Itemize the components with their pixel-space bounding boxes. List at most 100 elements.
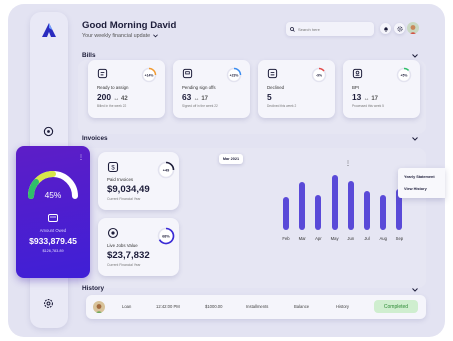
chart-bar[interactable]	[331, 174, 338, 230]
svg-text:+14%: +14%	[145, 73, 154, 77]
svg-text:$: $	[111, 166, 115, 172]
history-time: 12:42:00 PM	[156, 304, 180, 309]
amount-value: $933,879.45	[29, 236, 77, 246]
logo-icon[interactable]	[41, 22, 57, 38]
bill-value: 200 ↔ 42	[97, 92, 128, 102]
declined-icon	[267, 68, 278, 79]
live-jobs-card[interactable]: Live Jobs Value $23,7,832 Current Financ…	[98, 218, 179, 276]
greeting-title: Good Morning David	[82, 20, 177, 31]
dashboard-icon[interactable]	[43, 126, 54, 137]
bills-section-title: Bills	[82, 52, 96, 59]
chart-x-label: May	[330, 236, 339, 241]
chevron-down-icon	[153, 34, 159, 38]
more-options-icon[interactable]: ⋮	[78, 154, 84, 161]
bill-label: BPI	[352, 85, 360, 90]
svg-text:68%: 68%	[162, 234, 170, 238]
history-type: Installments	[246, 304, 269, 309]
history-balance: Balance	[294, 304, 310, 309]
amount-owed-card[interactable]: ⋮ 45% Amount Owed $933,879.45 $126,783.8…	[16, 146, 90, 278]
invoice-label: Paid Invoices	[107, 177, 134, 182]
chart-options-menu: Yearly Statement View History	[398, 168, 445, 198]
history-section-title: History	[82, 285, 105, 292]
app-frame: Good Morning David Your weekly financial…	[8, 4, 445, 337]
chart-bar[interactable]	[299, 182, 306, 230]
bill-value: 63 ↔ 17	[182, 92, 209, 102]
progress-ring: +14%	[141, 67, 157, 83]
settings-icon[interactable]	[43, 298, 54, 309]
chart-options-icon[interactable]: ⋮	[345, 160, 351, 167]
history-name: Loan	[122, 304, 132, 309]
amount-percent: 45%	[44, 190, 62, 200]
invoice-value: $9,034,49	[107, 184, 150, 195]
chart-x-label: Sep	[395, 236, 404, 241]
chart-x-label: Aug	[379, 236, 387, 241]
bill-note: Billed in the week 22	[97, 104, 127, 108]
chart-x-label: Feb	[282, 236, 290, 241]
chart-tooltip: Mar 2021	[219, 154, 243, 164]
chart-bar[interactable]	[347, 180, 354, 230]
history-row[interactable]: Loan 12:42:00 PM $1000.00 Installments B…	[86, 295, 426, 319]
progress-ring: +49	[157, 161, 175, 179]
bill-value: 5	[267, 92, 272, 102]
chart-x-label: Mar	[298, 236, 306, 241]
notifications-button[interactable]	[380, 23, 391, 34]
progress-ring: +5%	[396, 67, 412, 83]
bill-label: Ready to assign	[97, 85, 129, 90]
invoice-value: $23,7,832	[107, 250, 150, 261]
weekly-update-label: Your weekly financial update	[82, 33, 151, 39]
svg-text:+5%: +5%	[401, 73, 408, 77]
history-collapse-icon[interactable]	[412, 287, 418, 293]
chart-bar[interactable]	[315, 195, 322, 230]
amount-sub: $126,783.89	[42, 249, 64, 253]
settings-button[interactable]	[394, 23, 405, 34]
live-jobs-icon	[107, 227, 119, 239]
search-box[interactable]	[286, 22, 374, 36]
bill-card-declined[interactable]: Declined 5 Declined this week 2 -9%	[258, 60, 335, 118]
menu-item-yearly-statement[interactable]: Yearly Statement	[404, 175, 435, 179]
bill-note: Processed this week 5	[352, 104, 384, 108]
bills-collapse-icon[interactable]	[412, 53, 418, 59]
history-amount: $1000.00	[205, 304, 223, 309]
user-avatar[interactable]	[407, 22, 419, 34]
history-col6: History	[336, 304, 350, 309]
menu-item-view-history[interactable]: View History	[404, 187, 427, 191]
chart-x-label: Jun	[347, 236, 355, 241]
svg-text:+23%: +23%	[230, 73, 239, 77]
avatar-icon	[409, 25, 417, 34]
invoices-collapse-icon[interactable]	[412, 136, 418, 142]
bill-value: 13 ↔ 17	[352, 92, 379, 102]
bill-label: Pending sign offs	[182, 85, 216, 90]
invoice-sub: Current Financial Year	[107, 263, 141, 267]
history-avatar	[93, 301, 105, 313]
paid-invoices-card[interactable]: $ Paid Invoices $9,034,49 Current Financ…	[98, 152, 179, 210]
bpi-icon	[352, 68, 363, 79]
receipt-icon	[97, 68, 108, 79]
chart-bar[interactable]	[283, 197, 289, 230]
status-badge: Completed	[374, 300, 418, 313]
bill-card-bpi[interactable]: BPI 13 ↔ 17 Processed this week 5 +5%	[343, 60, 420, 118]
amount-label: Amount Owed	[39, 228, 67, 233]
bill-note: Signed off in the week 22	[182, 104, 218, 108]
progress-ring: 68%	[157, 227, 175, 245]
paid-invoice-icon: $	[107, 161, 119, 173]
bill-card-ready-to-assign[interactable]: Ready to assign 200 ↔ 42 Billed in the w…	[88, 60, 165, 118]
bill-note: Declined this week 2	[267, 104, 297, 108]
wallet-icon	[48, 214, 58, 222]
invoice-sub: Current Financial Year	[107, 197, 141, 201]
pending-icon	[182, 68, 193, 79]
invoices-section-title: Invoices	[82, 135, 108, 142]
bill-card-pending-sign-offs[interactable]: Pending sign offs 63 ↔ 17 Signed off in …	[173, 60, 250, 118]
bill-label: Declined	[267, 85, 285, 90]
progress-ring: +23%	[226, 67, 242, 83]
chart-x-label: Jul	[364, 236, 370, 241]
weekly-update-dropdown[interactable]: Your weekly financial update	[82, 33, 159, 39]
search-input[interactable]	[298, 26, 368, 32]
avatar-icon	[95, 304, 103, 313]
gear-icon	[396, 25, 403, 32]
chart-bar[interactable]	[380, 195, 387, 230]
progress-ring: -9%	[311, 67, 327, 83]
chart-bar[interactable]	[364, 191, 370, 230]
chart-x-label: Apr	[315, 236, 322, 241]
svg-text:+49: +49	[163, 168, 169, 172]
svg-text:-9%: -9%	[316, 73, 322, 77]
